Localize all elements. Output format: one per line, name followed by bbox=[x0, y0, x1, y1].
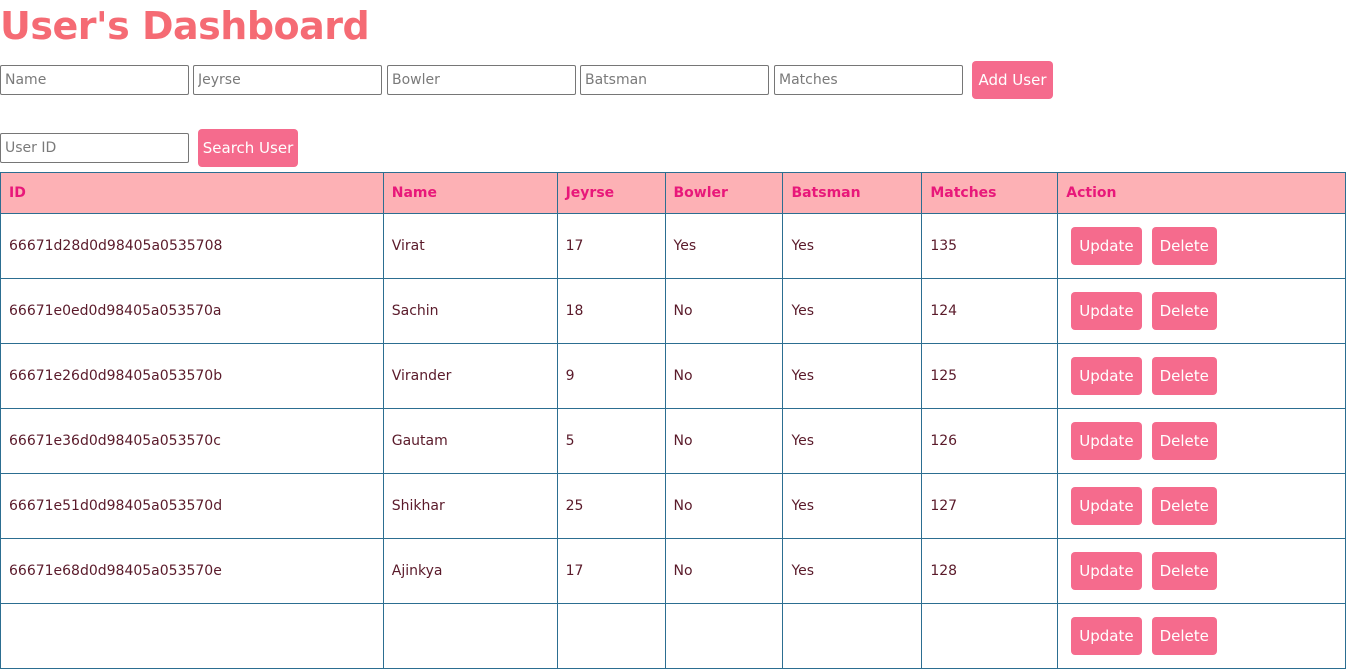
cell-batsman: Yes bbox=[782, 473, 923, 539]
update-button[interactable]: Update bbox=[1071, 227, 1142, 265]
table-row: 66671e68d0d98405a053570e Ajinkya 17 No Y… bbox=[0, 538, 1346, 604]
delete-button[interactable]: Delete bbox=[1151, 487, 1217, 525]
jeyrse-input[interactable] bbox=[193, 65, 382, 95]
cell-matches: 126 bbox=[921, 408, 1059, 474]
cell-batsman: Yes bbox=[782, 343, 923, 409]
update-button[interactable]: Update bbox=[1071, 487, 1142, 525]
update-button[interactable]: Update bbox=[1071, 357, 1142, 395]
name-input[interactable] bbox=[0, 65, 189, 95]
cell-batsman: Yes bbox=[782, 213, 923, 279]
table-header-row: ID Name Jeyrse Bowler Batsman Matches Ac… bbox=[0, 172, 1346, 214]
header-bowler: Bowler bbox=[664, 172, 784, 214]
cell-name: Ajinkya bbox=[382, 538, 558, 604]
cell-name: Virander bbox=[382, 343, 558, 409]
cell-jeyrse: 18 bbox=[556, 278, 666, 344]
bowler-input[interactable] bbox=[387, 65, 576, 95]
cell-batsman: Yes bbox=[782, 408, 923, 474]
table-row: 66671e0ed0d98405a053570a Sachin 18 No Ye… bbox=[0, 278, 1346, 344]
matches-input[interactable] bbox=[774, 65, 963, 95]
table-row: 66671d28d0d98405a0535708 Virat 17 Yes Ye… bbox=[0, 213, 1346, 279]
cell-id: 66671e68d0d98405a053570e bbox=[0, 538, 384, 604]
cell-name: Shikhar bbox=[382, 473, 558, 539]
delete-button[interactable]: Delete bbox=[1151, 292, 1217, 330]
cell-name bbox=[382, 603, 558, 669]
cell-matches: 124 bbox=[921, 278, 1059, 344]
user-id-input[interactable] bbox=[0, 133, 189, 163]
cell-id: 66671e0ed0d98405a053570a bbox=[0, 278, 384, 344]
header-batsman: Batsman bbox=[782, 172, 923, 214]
header-matches: Matches bbox=[921, 172, 1059, 214]
cell-jeyrse: 9 bbox=[556, 343, 666, 409]
header-id: ID bbox=[0, 172, 384, 214]
cell-batsman bbox=[782, 603, 923, 669]
cell-jeyrse: 17 bbox=[556, 538, 666, 604]
cell-bowler: No bbox=[664, 538, 784, 604]
update-button[interactable]: Update bbox=[1071, 552, 1142, 590]
delete-button[interactable]: Delete bbox=[1151, 552, 1217, 590]
header-name: Name bbox=[382, 172, 558, 214]
cell-name: Virat bbox=[382, 213, 558, 279]
cell-id: 66671e26d0d98405a053570b bbox=[0, 343, 384, 409]
batsman-input[interactable] bbox=[580, 65, 769, 95]
delete-button[interactable]: Delete bbox=[1151, 357, 1217, 395]
cell-matches bbox=[921, 603, 1059, 669]
cell-id: 66671d28d0d98405a0535708 bbox=[0, 213, 384, 279]
cell-jeyrse bbox=[556, 603, 666, 669]
cell-matches: 125 bbox=[921, 343, 1059, 409]
cell-bowler bbox=[664, 603, 784, 669]
delete-button[interactable]: Delete bbox=[1151, 617, 1217, 655]
table-row: Update Delete bbox=[0, 603, 1346, 669]
add-user-button[interactable]: Add User bbox=[972, 61, 1053, 99]
cell-action: Update Delete bbox=[1057, 278, 1346, 344]
cell-jeyrse: 17 bbox=[556, 213, 666, 279]
cell-action: Update Delete bbox=[1057, 213, 1346, 279]
cell-id: 66671e36d0d98405a053570c bbox=[0, 408, 384, 474]
delete-button[interactable]: Delete bbox=[1151, 227, 1217, 265]
cell-batsman: Yes bbox=[782, 538, 923, 604]
cell-action: Update Delete bbox=[1057, 603, 1346, 669]
update-button[interactable]: Update bbox=[1071, 422, 1142, 460]
cell-jeyrse: 25 bbox=[556, 473, 666, 539]
cell-matches: 127 bbox=[921, 473, 1059, 539]
cell-bowler: No bbox=[664, 473, 784, 539]
table-row: 66671e26d0d98405a053570b Virander 9 No Y… bbox=[0, 343, 1346, 409]
cell-bowler: No bbox=[664, 278, 784, 344]
header-action: Action bbox=[1057, 172, 1346, 214]
cell-batsman: Yes bbox=[782, 278, 923, 344]
cell-bowler: No bbox=[664, 343, 784, 409]
update-button[interactable]: Update bbox=[1071, 292, 1142, 330]
search-user-button[interactable]: Search User bbox=[198, 129, 298, 167]
cell-id: 66671e51d0d98405a053570d bbox=[0, 473, 384, 539]
cell-bowler: Yes bbox=[664, 213, 784, 279]
cell-action: Update Delete bbox=[1057, 473, 1346, 539]
cell-name: Gautam bbox=[382, 408, 558, 474]
cell-action: Update Delete bbox=[1057, 343, 1346, 409]
cell-matches: 135 bbox=[921, 213, 1059, 279]
users-table: ID Name Jeyrse Bowler Batsman Matches Ac… bbox=[0, 172, 1346, 669]
cell-jeyrse: 5 bbox=[556, 408, 666, 474]
page-title: User's Dashboard bbox=[0, 4, 370, 48]
cell-name: Sachin bbox=[382, 278, 558, 344]
table-row: 66671e36d0d98405a053570c Gautam 5 No Yes… bbox=[0, 408, 1346, 474]
table-row: 66671e51d0d98405a053570d Shikhar 25 No Y… bbox=[0, 473, 1346, 539]
cell-bowler: No bbox=[664, 408, 784, 474]
header-jeyrse: Jeyrse bbox=[556, 172, 666, 214]
cell-id bbox=[0, 603, 384, 669]
cell-matches: 128 bbox=[921, 538, 1059, 604]
cell-action: Update Delete bbox=[1057, 538, 1346, 604]
delete-button[interactable]: Delete bbox=[1151, 422, 1217, 460]
cell-action: Update Delete bbox=[1057, 408, 1346, 474]
update-button[interactable]: Update bbox=[1071, 617, 1142, 655]
